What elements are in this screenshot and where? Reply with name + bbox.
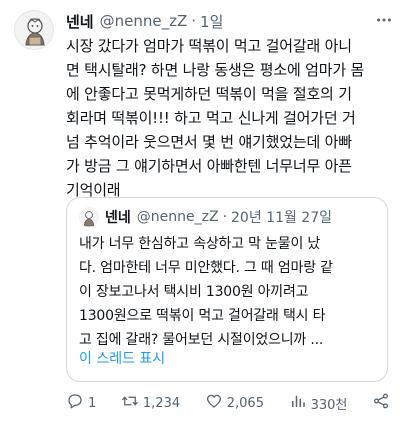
like-count: 2,065 — [226, 395, 264, 411]
quoted-time: 20년 11월 27일 — [231, 210, 332, 226]
avatar[interactable] — [14, 10, 54, 50]
reply-count: 1 — [88, 395, 97, 411]
retweet-button[interactable]: 1,234 — [121, 392, 180, 414]
author-handle[interactable]: @nenne_zZ — [100, 12, 188, 30]
share-icon — [372, 392, 390, 414]
quoted-text: 내가 너무 한심하고 속상하고 막 눈물이 났 다. 엄마한테 너무 미안했다.… — [79, 236, 333, 348]
show-thread-link[interactable]: 이 스레드 표시 — [79, 348, 165, 368]
views-count: 330천 — [310, 397, 348, 413]
quoted-author-name: 넨네 — [105, 210, 131, 226]
more-options-icon[interactable] — [374, 10, 394, 30]
quoted-author-handle: @nenne_zZ — [136, 209, 219, 225]
tweet: 넨네 @nenne_zZ · 1일 시장 갔다가 엄마가 떡볶이 먹고 걸어갈래… — [0, 0, 400, 425]
retweet-count: 1,234 — [142, 395, 181, 411]
retweet-icon — [121, 392, 139, 414]
heart-icon — [205, 392, 223, 414]
quoted-header: 넨네 @nenne_zZ · 20년 11월 27일 — [105, 206, 381, 228]
separator-dot: · — [191, 12, 197, 30]
tweet-time[interactable]: 1일 — [200, 11, 223, 32]
author-name[interactable]: 넨네 — [66, 11, 94, 32]
quoted-separator-dot: · — [222, 209, 228, 225]
action-bar: 1 1,234 2,065 330천 — [66, 392, 390, 414]
quoted-tweet[interactable]: 넨네 @nenne_zZ · 20년 11월 27일 내가 너무 한심하고 속상… — [66, 197, 388, 382]
reply-icon — [66, 392, 84, 414]
tweet-text: 시장 갔다가 엄마가 떡볶이 먹고 걸어갈래 아니 면 택시탈래? 하면 나랑 … — [66, 37, 365, 199]
views-chart-icon — [289, 392, 307, 414]
reply-button[interactable]: 1 — [66, 392, 96, 414]
quoted-avatar — [79, 207, 99, 227]
like-button[interactable]: 2,065 — [205, 392, 264, 414]
views-button[interactable]: 330천 — [289, 392, 348, 414]
share-button[interactable] — [372, 392, 390, 414]
tweet-header: 넨네 @nenne_zZ · 1일 — [66, 10, 390, 32]
